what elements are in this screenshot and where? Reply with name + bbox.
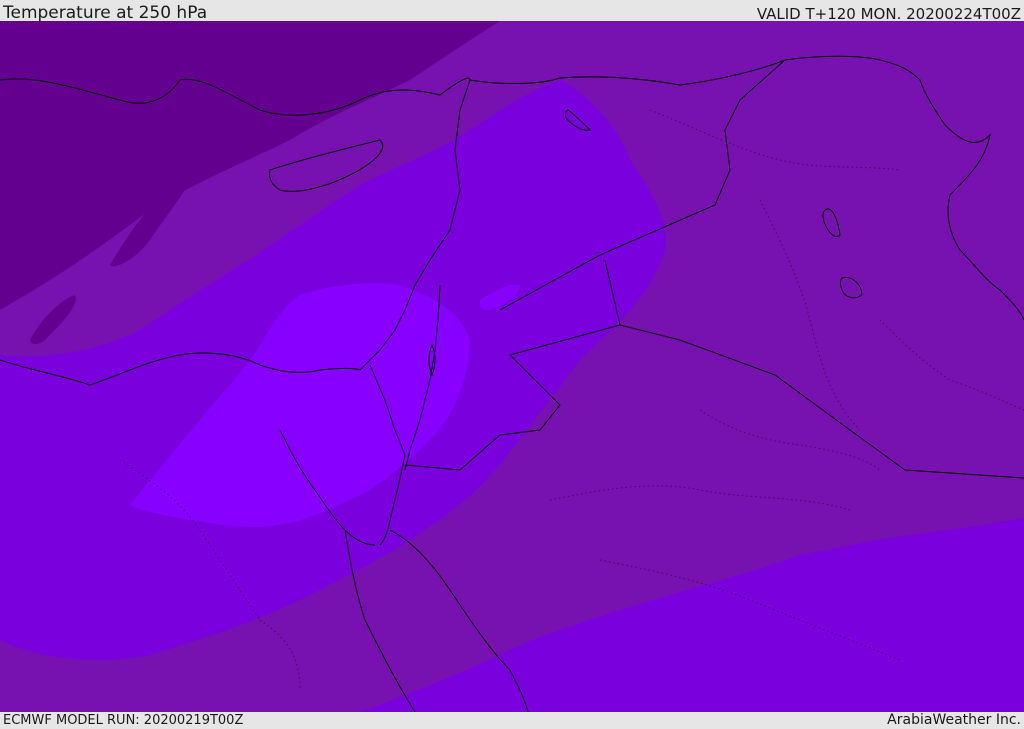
credit-label: ArabiaWeather Inc.: [887, 712, 1021, 728]
weather-map: [0, 21, 1024, 712]
map-title: Temperature at 250 hPa: [3, 3, 208, 23]
model-run-label: ECMWF MODEL RUN: 20200219T00Z: [3, 713, 244, 728]
